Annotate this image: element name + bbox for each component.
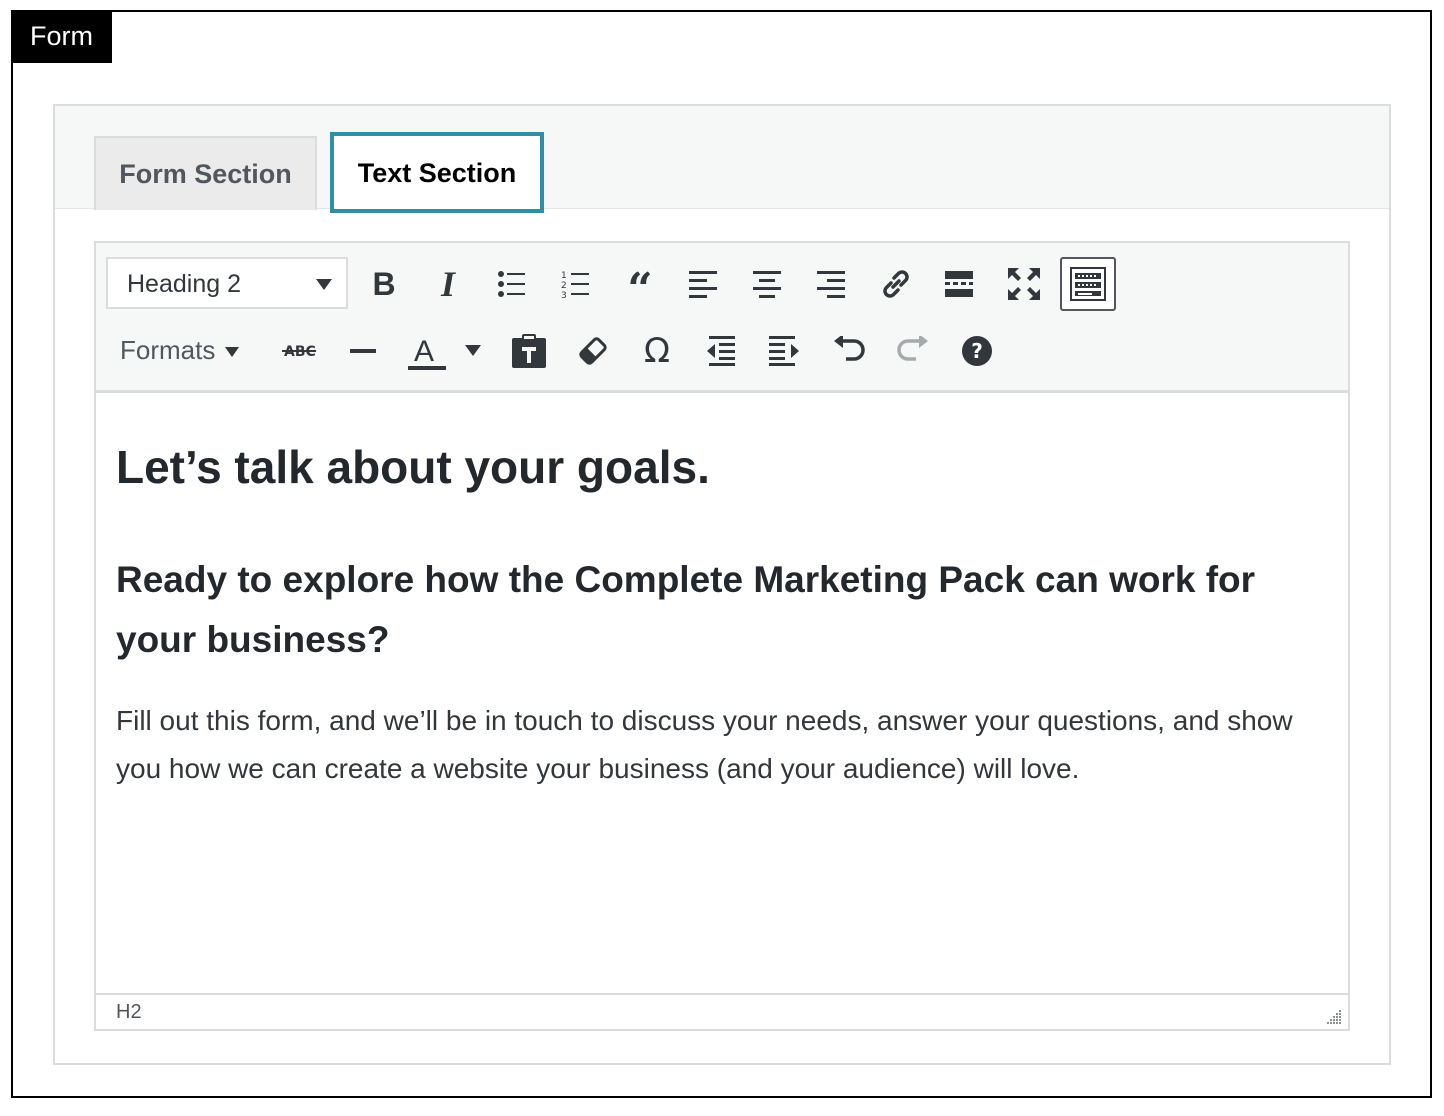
formats-dropdown[interactable]: Formats [120,330,240,370]
fullscreen-icon[interactable] [1002,262,1046,306]
chevron-down-icon [316,279,332,290]
svg-text:A: A [414,335,434,368]
undo-icon[interactable] [827,329,871,373]
resize-handle-icon[interactable] [1324,1007,1342,1025]
indent-icon[interactable] [763,329,807,373]
formats-label: Formats [120,335,216,365]
special-character-icon[interactable]: Ω [635,329,679,373]
redo-icon[interactable] [891,329,935,373]
read-more-icon[interactable] [938,262,982,306]
tab-text-section[interactable]: Text Section [330,132,544,213]
svg-text:?: ? [971,339,983,363]
bold-icon[interactable]: B [362,262,406,306]
align-center-icon[interactable] [746,262,790,306]
text-color-chevron-icon[interactable] [451,329,495,373]
text-color-icon[interactable]: A [405,329,449,373]
outdent-icon[interactable] [699,329,743,373]
bullet-list-icon[interactable] [490,262,534,306]
numbered-list-icon[interactable]: 123 [554,262,598,306]
block-format-select[interactable]: Heading 2 [106,257,348,309]
chevron-down-icon [225,347,240,358]
content-heading: Let’s talk about your goals. [116,441,710,493]
help-icon[interactable]: ? [955,329,999,373]
svg-text:2: 2 [561,281,567,291]
italic-icon[interactable]: I [426,262,470,306]
element-path[interactable]: H2 [116,1001,142,1024]
block-format-value: Heading 2 [127,270,241,298]
frame-label: Form [11,10,112,63]
content-subheading: Ready to explore how the Complete Market… [116,559,1256,660]
horizontal-rule-icon[interactable] [341,329,385,373]
editor-statusbar: H2 [96,993,1348,1029]
align-left-icon[interactable] [682,262,726,306]
tab-form-section[interactable]: Form Section [94,136,317,210]
svg-text:3: 3 [561,291,567,299]
strikethrough-icon[interactable]: ABC [277,329,321,373]
blockquote-icon[interactable]: “ [618,262,662,312]
content-paragraph: Fill out this form, and we’ll be in touc… [116,705,1293,784]
svg-text:1: 1 [561,271,567,281]
link-icon[interactable] [874,262,918,306]
align-right-icon[interactable] [810,262,854,306]
toolbar-toggle-icon[interactable] [1060,257,1116,311]
paste-text-icon[interactable] [507,329,551,373]
clear-formatting-icon[interactable] [571,329,615,373]
